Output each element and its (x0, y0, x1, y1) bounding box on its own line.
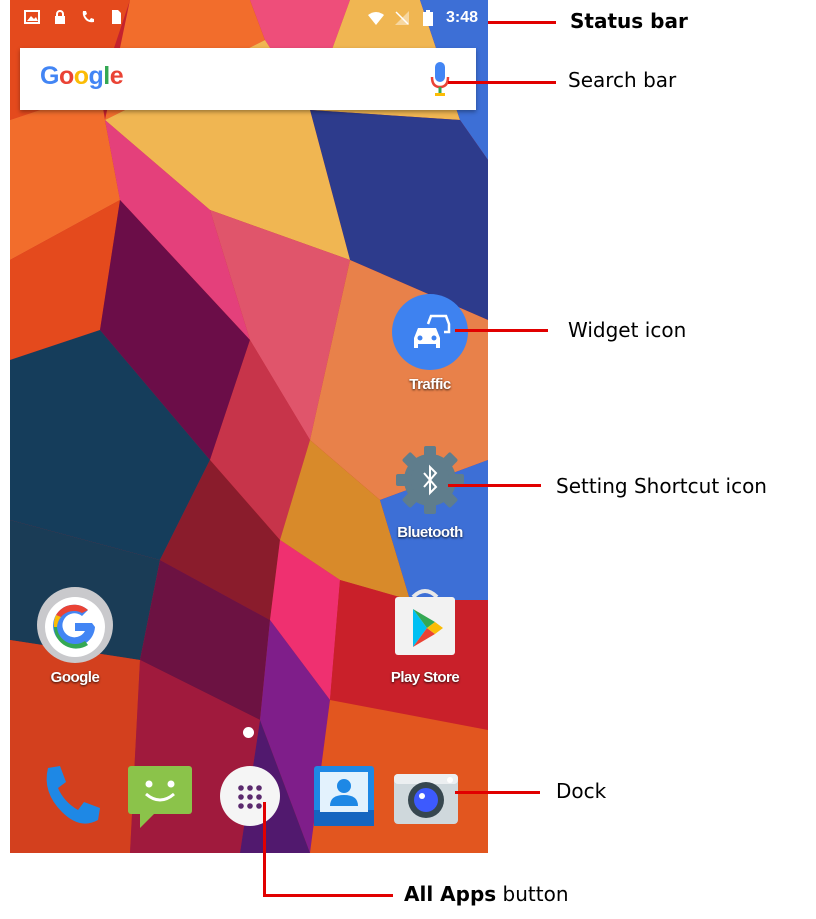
callout-all-apps-bold: All Apps (404, 882, 497, 906)
google-logo: Google (40, 62, 124, 91)
google-search-bar[interactable]: Google (20, 48, 476, 110)
all-apps-icon[interactable] (214, 760, 286, 832)
traffic-label: Traffic (409, 376, 451, 393)
messaging-icon[interactable] (124, 760, 196, 832)
callout-line (448, 81, 556, 84)
google-logo-letter: G (40, 62, 59, 90)
google-logo-letter: o (73, 62, 89, 90)
bluetooth-shortcut[interactable]: Bluetooth (380, 440, 480, 541)
sim-icon (112, 10, 121, 24)
gallery-icon (24, 10, 40, 24)
phone-icon (82, 11, 94, 23)
play-store-app[interactable]: Play Store (375, 585, 475, 686)
phone-icon[interactable] (34, 760, 106, 832)
google-g-icon (37, 587, 113, 663)
callout-line (455, 329, 548, 332)
callout-all-apps: All Apps button (404, 882, 569, 906)
play-store-label: Play Store (390, 669, 460, 686)
no-signal-icon (394, 11, 409, 25)
callout-all-apps-rest: button (496, 882, 569, 906)
callout-search-bar: Search bar (568, 68, 677, 92)
system-icons: 3:48 (367, 9, 478, 27)
traffic-widget[interactable]: Traffic (380, 292, 480, 393)
wallpaper (10, 0, 488, 853)
bluetooth-settings-gear-icon (396, 446, 464, 514)
google-app[interactable]: Google (25, 585, 125, 686)
google-logo-letter: e (109, 62, 124, 90)
status-bar: 3:48 (10, 0, 488, 40)
lock-icon (55, 10, 65, 24)
callout-dock: Dock (556, 779, 607, 803)
callout-line (448, 484, 541, 487)
play-store-icon (395, 589, 455, 655)
google-logo-letter: o (58, 62, 74, 90)
callout-line (263, 894, 393, 897)
google-label: Google (50, 669, 100, 686)
battery-icon (422, 10, 433, 26)
callout-line (488, 21, 556, 24)
callout-line (455, 791, 540, 794)
callout-line (263, 802, 266, 897)
callout-setting-shortcut: Setting Shortcut icon (556, 474, 767, 498)
clock: 3:48 (445, 9, 478, 26)
contacts-icon[interactable] (308, 760, 380, 832)
callout-widget-icon: Widget icon (568, 318, 687, 342)
traffic-car-icon (392, 294, 468, 370)
notification-icons (24, 9, 124, 25)
page-indicator (243, 727, 254, 738)
callout-status-bar: Status bar (570, 9, 688, 33)
phone-screen: 3:48 Google Traffic Bluetooth Google Pla… (10, 0, 488, 853)
mic-icon[interactable] (430, 62, 450, 96)
bluetooth-label: Bluetooth (397, 524, 463, 541)
google-logo-letter: g (88, 62, 104, 90)
camera-icon[interactable] (390, 760, 462, 832)
wifi-icon (367, 12, 384, 25)
